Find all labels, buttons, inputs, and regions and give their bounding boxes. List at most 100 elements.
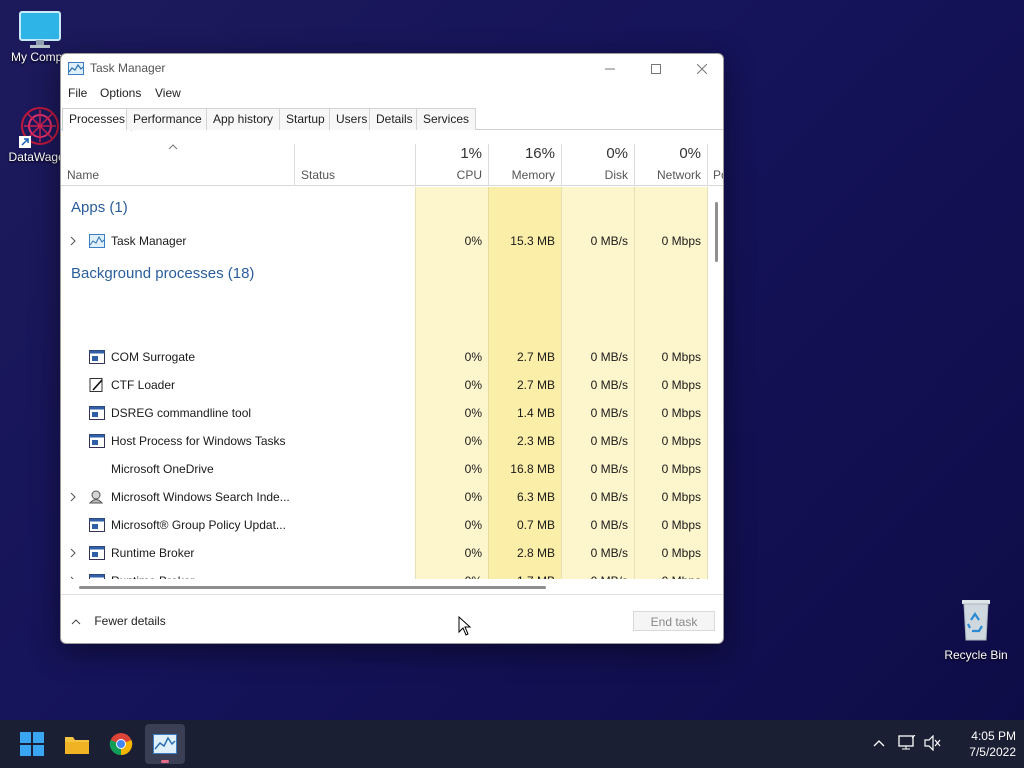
column-disk[interactable]: 0% Disk (562, 144, 634, 186)
network-value: 0 Mbps (661, 350, 701, 364)
network-icon[interactable] (898, 735, 916, 751)
column-power[interactable]: Po (708, 144, 723, 186)
process-name: Microsoft OneDrive (111, 462, 214, 476)
memory-value: 6.3 MB (516, 490, 555, 504)
menu-view[interactable]: View (155, 86, 181, 100)
cpu-value: 0% (464, 490, 482, 504)
column-cpu-label: CPU (456, 168, 482, 182)
title-bar[interactable]: Task Manager (61, 54, 723, 84)
cpu-total-percent: 1% (460, 145, 482, 162)
process-row[interactable]: Microsoft® Group Policy Updat... 0% 0.7 MB… (61, 511, 708, 539)
column-status[interactable]: Status (295, 144, 415, 186)
maximize-button[interactable] (633, 54, 679, 84)
tab-services[interactable]: Services (416, 108, 477, 130)
memory-value: 2.7 MB (516, 350, 555, 364)
memory-value: 15.3 MB (510, 234, 555, 248)
group-header-apps[interactable]: Apps (1) (71, 199, 128, 216)
chevron-right-icon[interactable] (69, 492, 77, 502)
process-name: Runtime Broker (111, 574, 194, 579)
process-row[interactable]: Microsoft OneDrive 0% 16.8 MB 0 MB/s 0 Mbps (61, 455, 708, 483)
footer-bar: Fewer details End task (61, 594, 723, 643)
column-cpu[interactable]: 1% CPU (416, 144, 488, 186)
process-name: Task Manager (111, 234, 187, 248)
chevron-right-icon[interactable] (69, 576, 77, 579)
process-row[interactable]: Task Manager 0% 15.3 MB 0 MB/s 0 Mbps (61, 227, 708, 255)
column-name-label: Name (67, 168, 100, 182)
process-row[interactable]: Runtime Broker 0% 2.8 MB 0 MB/s 0 Mbps (61, 539, 708, 567)
menu-file[interactable]: File (68, 86, 87, 100)
system-clock[interactable]: 4:05 PM 7/5/2022 (946, 728, 1016, 760)
horizontal-scrollbar[interactable] (79, 586, 546, 589)
memory-value: 1.4 MB (516, 406, 555, 420)
column-name[interactable]: Name (61, 144, 294, 186)
column-memory-label: Memory (511, 168, 555, 182)
disk-total-percent: 0% (606, 145, 628, 162)
chevron-right-icon[interactable] (69, 548, 77, 558)
column-network-label: Network (656, 168, 701, 182)
process-row[interactable]: DSREG commandline tool 0% 1.4 MB 0 MB/s 0 Mb… (61, 399, 708, 427)
network-total-percent: 0% (679, 145, 701, 162)
mouse-cursor-icon (458, 616, 472, 636)
close-button[interactable] (679, 54, 723, 84)
window-icon (89, 574, 105, 579)
desktop-icon-recycle-bin[interactable]: Recycle Bin (936, 596, 1016, 662)
monitor-icon (19, 11, 61, 48)
disk-value: 0 MB/s (590, 234, 628, 248)
tab-startup[interactable]: Startup (279, 108, 332, 130)
column-memory[interactable]: 16% Memory (489, 144, 561, 186)
disk-value: 0 MB/s (590, 546, 628, 560)
active-app-indicator (161, 760, 169, 763)
cpu-value: 0% (464, 518, 482, 532)
menu-options[interactable]: Options (100, 86, 141, 100)
process-name: Runtime Broker (111, 546, 195, 560)
close-icon (697, 64, 707, 74)
ctf-loader-icon (89, 378, 103, 392)
fewer-details-label: Fewer details (94, 614, 166, 628)
datawagon-icon (19, 107, 59, 148)
tab-processes[interactable]: Processes (62, 108, 133, 131)
disk-value: 0 MB/s (590, 490, 628, 504)
network-value: 0 Mbps (661, 406, 701, 420)
window-icon (89, 434, 105, 448)
taskbar-file-explorer[interactable] (57, 724, 97, 764)
taskbar-task-manager[interactable] (145, 724, 185, 764)
desktop-icon-label: Recycle Bin (944, 648, 1008, 662)
process-row[interactable]: CTF Loader 0% 2.7 MB 0 MB/s 0 Mbps (61, 371, 708, 399)
minimize-button[interactable] (587, 54, 633, 84)
process-row[interactable]: COM Surrogate 0% 2.7 MB 0 MB/s 0 Mbps (61, 343, 708, 371)
chrome-icon (109, 733, 133, 756)
window-icon (89, 546, 105, 560)
tab-performance[interactable]: Performance (126, 108, 209, 130)
minimize-icon (605, 68, 615, 70)
network-value: 0 Mbps (661, 462, 701, 476)
network-value: 0 Mbps (661, 518, 701, 532)
start-button[interactable] (12, 724, 52, 764)
chevron-up-icon[interactable] (873, 739, 885, 747)
vertical-scrollbar[interactable] (715, 202, 718, 262)
group-header-background[interactable]: Background processes (18) (71, 265, 254, 282)
tab-users[interactable]: Users (329, 108, 375, 130)
process-name: COM Surrogate (111, 350, 196, 364)
process-name: Host Process for Windows Tasks (111, 434, 286, 448)
volume-muted-icon[interactable] (924, 735, 942, 751)
process-row[interactable]: Microsoft Windows Search Inde... 0% 6.3 MB… (61, 483, 708, 511)
task-manager-icon (89, 234, 105, 248)
taskbar-chrome[interactable] (101, 724, 141, 764)
clock-time: 4:05 PM (971, 729, 1016, 743)
chevron-right-icon[interactable] (69, 236, 77, 246)
maximize-icon (651, 64, 661, 74)
tab-details[interactable]: Details (369, 108, 420, 130)
task-manager-icon (153, 734, 177, 754)
cpu-value: 0% (464, 350, 482, 364)
column-disk-label: Disk (604, 168, 628, 182)
process-row[interactable]: Host Process for Windows Tasks 0% 2.3 MB 0 … (61, 427, 708, 455)
end-task-button[interactable]: End task (633, 611, 715, 631)
memory-value: 2.3 MB (516, 434, 555, 448)
process-name: Microsoft® Group Policy Updat... (111, 518, 286, 532)
disk-value: 0 MB/s (590, 406, 628, 420)
process-row[interactable]: Runtime Broker 0% 1.7 MB 0 MB/s 0 Mbps (61, 567, 708, 579)
column-network[interactable]: 0% Network (635, 144, 707, 186)
fewer-details-button[interactable]: Fewer details (71, 614, 166, 628)
tab-app-history[interactable]: App history (206, 108, 281, 130)
cpu-value: 0% (464, 434, 482, 448)
